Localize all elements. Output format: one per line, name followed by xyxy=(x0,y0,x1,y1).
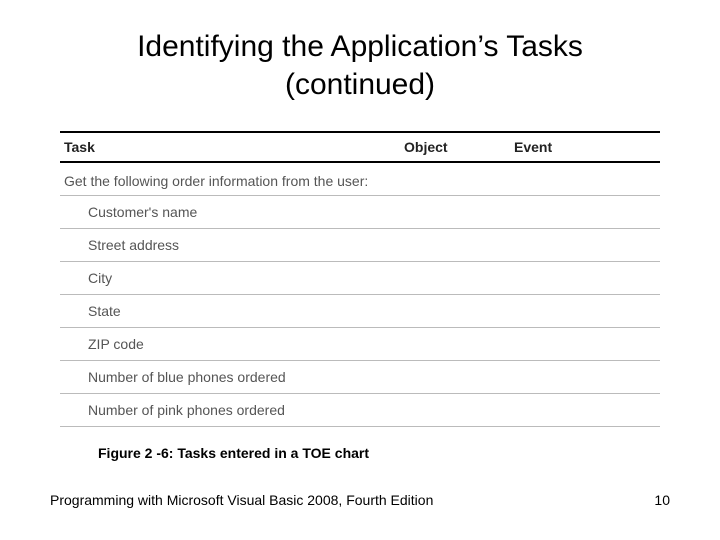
task-item: State xyxy=(60,294,660,327)
slide: Identifying the Application’s Tasks (con… xyxy=(0,0,720,540)
task-item: Number of pink phones ordered xyxy=(60,393,660,427)
page-number: 10 xyxy=(654,492,670,508)
toe-chart: Task Object Event Get the following orde… xyxy=(60,131,660,427)
task-item: City xyxy=(60,261,660,294)
header-object: Object xyxy=(404,139,514,155)
figure-caption: Figure 2 -6: Tasks entered in a TOE char… xyxy=(98,445,670,461)
title-line-1: Identifying the Application’s Tasks xyxy=(137,30,583,63)
title-line-2: (continued) xyxy=(285,68,435,101)
task-intro: Get the following order information from… xyxy=(60,163,660,195)
header-event: Event xyxy=(514,139,656,155)
task-item: Street address xyxy=(60,228,660,261)
slide-title: Identifying the Application’s Tasks (con… xyxy=(50,28,670,103)
task-item: ZIP code xyxy=(60,327,660,360)
toe-header-row: Task Object Event xyxy=(60,131,660,163)
task-item: Number of blue phones ordered xyxy=(60,360,660,393)
header-task: Task xyxy=(64,139,404,155)
task-item: Customer's name xyxy=(60,195,660,228)
footer-text: Programming with Microsoft Visual Basic … xyxy=(50,492,433,508)
